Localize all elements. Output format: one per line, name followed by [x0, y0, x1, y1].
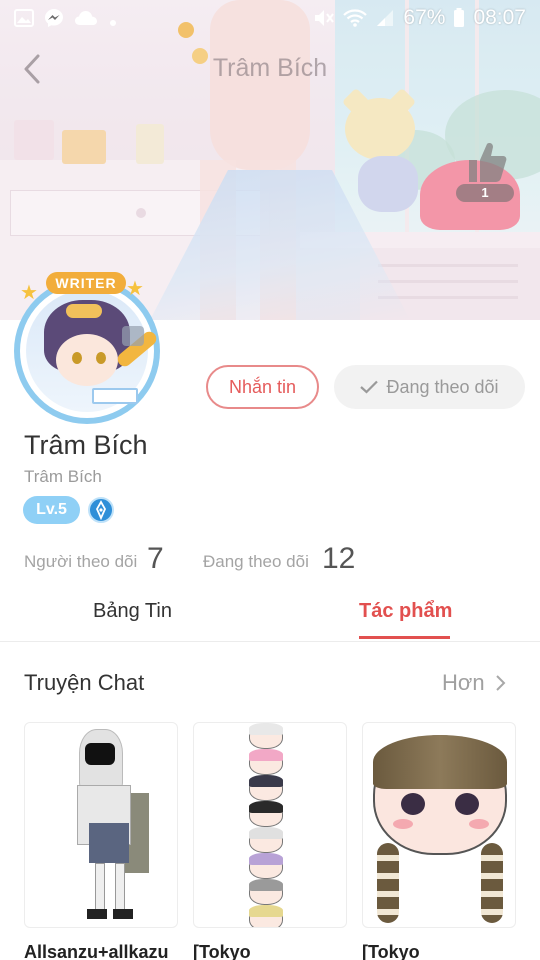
- battery-icon: [454, 8, 465, 27]
- active-tab-indicator: [359, 636, 450, 639]
- profile-stats: Người theo dõi 7 Đang theo dõi 12: [24, 540, 524, 584]
- status-bar: 67% 08:07: [0, 0, 540, 36]
- camera-icon[interactable]: [122, 326, 144, 346]
- star-icon: ★: [126, 278, 144, 300]
- wifi-icon: [343, 9, 368, 27]
- gallery-icon: [14, 9, 34, 27]
- writer-icon: [88, 497, 114, 523]
- mute-icon: [315, 10, 335, 26]
- profile-handle: Trâm Bích: [24, 467, 102, 486]
- more-link-label: Hơn: [442, 670, 485, 695]
- followers-count[interactable]: 7: [147, 542, 164, 576]
- story-card-title[interactable]: [Tokyo: [193, 942, 353, 960]
- battery-percent: 67%: [403, 6, 446, 29]
- following-button-label: Đang theo dõi: [386, 376, 499, 397]
- story-card-title[interactable]: [Tokyo: [362, 942, 522, 960]
- following-count[interactable]: 12: [322, 542, 355, 576]
- writer-badge-label: WRITER: [46, 272, 126, 294]
- following-label: Đang theo dõi: [203, 552, 309, 571]
- profile-tabs: Bảng Tin Tác phẩm: [0, 590, 540, 642]
- story-card[interactable]: [24, 722, 178, 928]
- tab-works[interactable]: Tác phẩm: [359, 600, 452, 623]
- section-title: Truyện Chat: [24, 670, 145, 695]
- cloud-icon: [75, 11, 97, 25]
- chevron-right-icon: [495, 675, 505, 691]
- story-card[interactable]: [193, 722, 347, 928]
- thumbs-up-icon: [469, 143, 507, 182]
- clock: 08:07: [473, 6, 526, 29]
- story-card-title[interactable]: Allsanzu+allkazu: [24, 942, 184, 960]
- profile-name: Trâm Bích: [24, 430, 148, 460]
- book-icon: [92, 388, 138, 404]
- level-badge: Lv.5: [23, 496, 80, 524]
- check-icon: [360, 380, 379, 394]
- like-count: 1: [456, 184, 514, 202]
- avatar[interactable]: ★ ★ WRITER: [6, 272, 166, 422]
- followers-label: Người theo dõi: [24, 552, 138, 571]
- star-icon: ★: [20, 282, 38, 304]
- signal-icon: [377, 10, 394, 26]
- dot-icon: [110, 20, 116, 26]
- page-title: Trâm Bích: [212, 54, 328, 82]
- messenger-icon: [45, 9, 63, 27]
- more-link[interactable]: Hơn: [442, 670, 507, 696]
- tab-feed[interactable]: Bảng Tin: [93, 600, 172, 623]
- following-button[interactable]: Đang theo dõi: [334, 365, 525, 409]
- story-card[interactable]: [362, 722, 516, 928]
- message-button[interactable]: Nhắn tin: [206, 365, 319, 409]
